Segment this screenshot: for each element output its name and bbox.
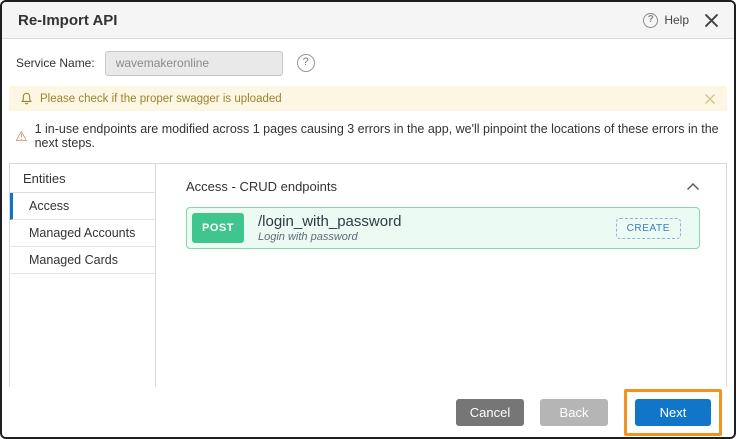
create-action-badge[interactable]: CREATE <box>616 218 681 239</box>
banner-close-icon[interactable] <box>705 94 715 104</box>
help-link[interactable]: Help <box>664 13 689 27</box>
endpoint-row[interactable]: POST /login_with_password Login with pas… <box>186 207 700 249</box>
section-title: Access - CRUD endpoints <box>186 179 337 194</box>
reimport-api-dialog: Re-Import API ? Help Service Name: ? Ple… <box>0 0 736 439</box>
sidebar-item-managed-cards[interactable]: Managed Cards <box>10 247 155 274</box>
next-button[interactable]: Next <box>635 399 711 426</box>
section-header: Access - CRUD endpoints <box>186 179 700 194</box>
entities-header: Entities <box>10 164 155 193</box>
errors-warning-row: ⚠ 1 in-use endpoints are modified across… <box>2 122 734 150</box>
help-question-icon[interactable]: ? <box>643 13 658 28</box>
endpoint-description: Login with password <box>258 231 401 243</box>
service-help-icon[interactable]: ? <box>297 54 315 72</box>
swagger-info-banner: Please check if the proper swagger is up… <box>9 86 727 111</box>
endpoint-path: /login_with_password <box>258 213 401 230</box>
method-badge: POST <box>192 213 244 243</box>
close-icon[interactable] <box>705 14 718 27</box>
dialog-footer: Cancel Back Next <box>2 387 734 437</box>
dialog-titlebar: Re-Import API ? Help <box>2 2 734 39</box>
warning-triangle-icon: ⚠ <box>15 129 28 143</box>
banner-text: Please check if the proper swagger is up… <box>40 93 282 105</box>
service-name-label: Service Name: <box>16 56 95 70</box>
content-panel: Entities Access Managed Accounts Managed… <box>9 163 727 404</box>
entities-sidebar: Entities Access Managed Accounts Managed… <box>10 164 156 403</box>
sidebar-item-managed-accounts[interactable]: Managed Accounts <box>10 220 155 247</box>
endpoints-main: Access - CRUD endpoints POST /login_with… <box>156 164 726 403</box>
back-button[interactable]: Back <box>540 399 608 426</box>
cancel-button[interactable]: Cancel <box>456 399 524 426</box>
chevron-up-icon[interactable] <box>686 182 700 191</box>
dialog-title: Re-Import API <box>18 12 117 29</box>
service-name-input[interactable] <box>105 51 283 76</box>
warning-text: 1 in-use endpoints are modified across 1… <box>35 122 721 150</box>
service-name-row: Service Name: ? <box>2 50 734 76</box>
sidebar-item-access[interactable]: Access <box>10 193 155 220</box>
next-button-highlight: Next <box>624 389 722 436</box>
bell-icon <box>21 92 32 105</box>
